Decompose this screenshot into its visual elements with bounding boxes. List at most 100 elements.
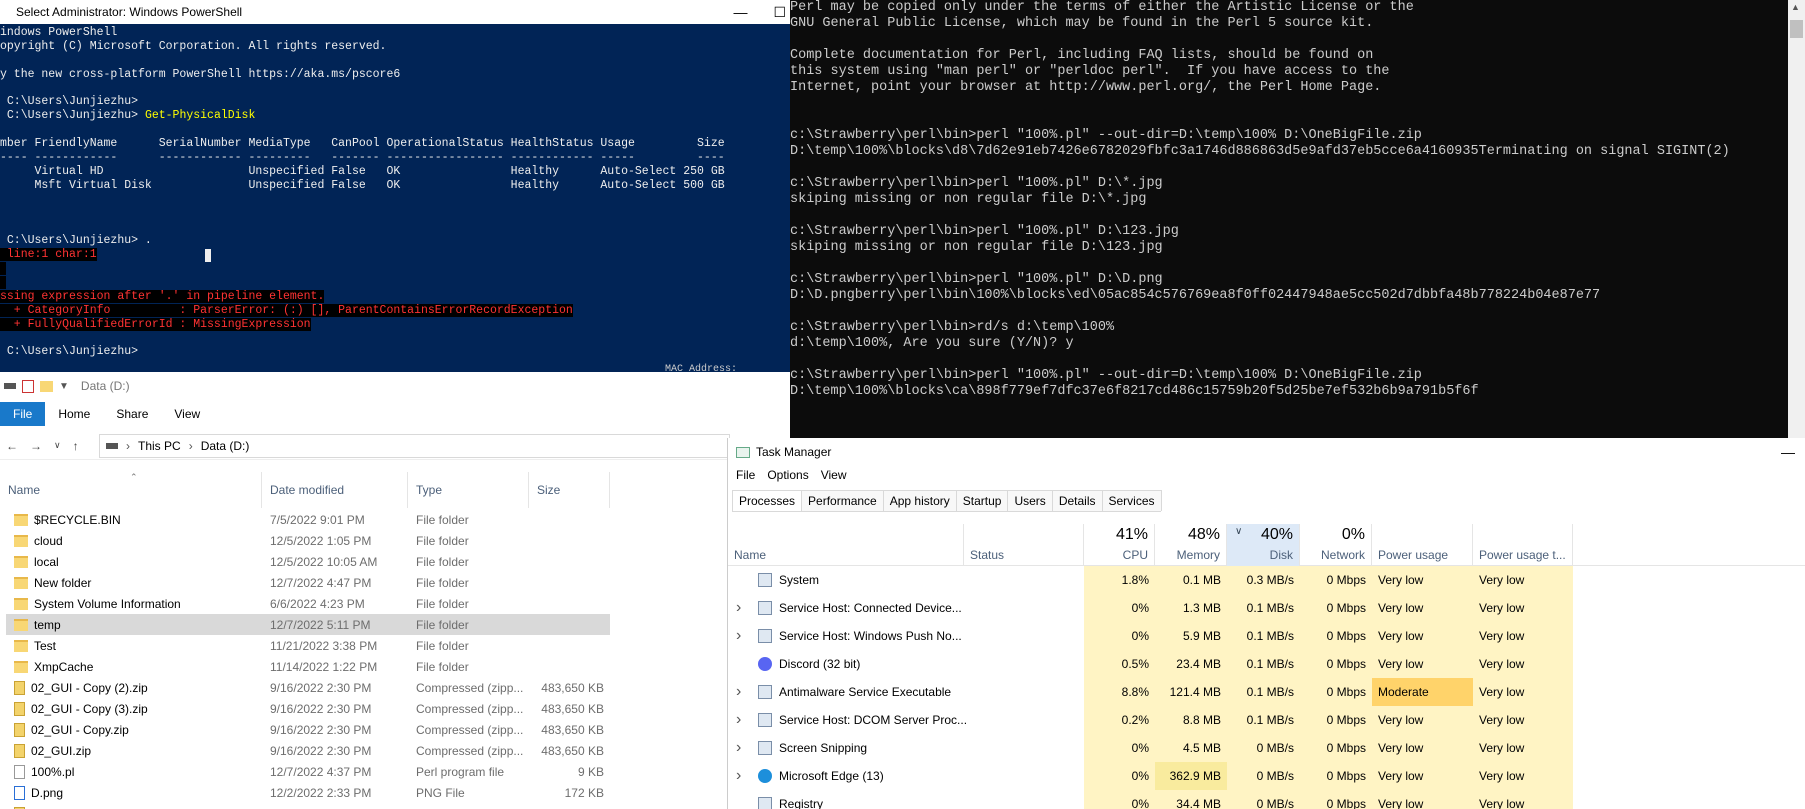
column-status[interactable]: Status [964,524,1084,566]
column-disk[interactable]: ∨ 40% Disk [1227,524,1300,566]
file-row[interactable]: D.png 12/2/2022 2:33 PM PNG File 172 KB [0,782,610,803]
file-row[interactable]: New folder 12/7/2022 4:47 PM File folder [0,572,610,593]
cmd-scrollbar[interactable]: ▲ [1788,0,1805,438]
column-date-modified[interactable]: Date modified [262,472,408,508]
recent-chevron-icon[interactable]: ∨ [54,440,61,451]
cmd-window[interactable]: Perl may be copied only under the terms … [790,0,1805,438]
column-type[interactable]: Type [408,472,529,508]
ribbon-tab-file[interactable]: File [0,402,46,426]
file-row[interactable]: $RECYCLE.BIN 7/5/2022 9:01 PM File folder [0,509,610,530]
file-type: PNG File [416,785,465,800]
file-row[interactable]: local 12/5/2022 10:05 AM File folder [0,551,610,572]
ribbon-tabs: File Home Share View [0,402,730,426]
column-memory-label: Memory [1176,548,1220,562]
column-power-trend[interactable]: Power usage t... [1473,524,1573,566]
process-list: System 1.8% 0.1 MB 0.3 MB/s 0 Mbps Very low Ve… [728,566,1805,809]
file-row[interactable]: 100%.pl 12/7/2022 4:37 PM Perl program fil… [0,761,610,782]
up-arrow-icon[interactable]: ↑ [73,439,79,453]
task-manager-titlebar[interactable]: Task Manager [736,438,831,466]
powershell-console[interactable]: indows PowerShell opyright (C) Microsoft … [0,26,790,366]
column-name[interactable]: Name [728,524,964,566]
ribbon-tab-view[interactable]: View [161,402,213,426]
breadcrumb-separator-icon[interactable]: › [126,439,130,453]
minimize-icon[interactable]: — [1781,438,1795,466]
file-row[interactable]: 02_GUI - Copy (2).zip 9/16/2022 2:30 PM Co… [0,677,610,698]
error-text [0,262,6,276]
console-line: ssing expression after '.' in pipeline e… [0,289,790,304]
address-bar[interactable]: › This PC › Data (D:) [99,434,730,458]
file-name-cell: 02_GUI - Copy (2).zip [0,680,262,695]
breadcrumb-data-drive[interactable]: Data (D:) [201,439,250,453]
process-row[interactable]: Registry 0% 34.4 MB 0 MB/s 0 Mbps Very low Ver… [728,790,1805,809]
file-row[interactable]: cloud 12/5/2022 1:05 PM File folder [0,530,610,551]
chevron-right-icon[interactable]: › [736,678,741,706]
process-power: Very low [1372,706,1473,734]
file-row[interactable]: 02_GUI - Copy.zip 9/16/2022 2:30 PM Compre… [0,719,610,740]
menu-view[interactable]: View [821,468,847,482]
chevron-right-icon[interactable]: › [736,734,741,762]
cmd-console[interactable]: Perl may be copied only under the terms … [790,0,1750,400]
chevron-right-icon[interactable]: › [736,622,741,650]
tab-app-history[interactable]: App history [882,490,957,511]
task-manager-window[interactable]: Task Manager — File Options View Processes… [727,438,1805,809]
breadcrumb-this-pc[interactable]: This PC [138,439,181,453]
output-text: mber FriendlyName SerialNumber MediaType… [0,137,725,151]
maximize-icon[interactable]: ☐ [773,0,786,24]
file-row[interactable]: Test 11/21/2022 3:38 PM File folder [0,635,610,656]
process-row[interactable]: Discord (32 bit) 0.5% 23.4 MB 0.1 MB/s 0 Mbp… [728,650,1805,678]
process-row[interactable]: › Microsoft Edge (13) 0% 362.9 MB 0 MB/s 0 Mb… [728,762,1805,790]
back-arrow-icon[interactable]: ← [6,439,18,453]
process-row[interactable]: › Service Host: Windows Push No... 0% 5.9 M… [728,622,1805,650]
ribbon-tab-home[interactable]: Home [45,402,103,426]
tab-processes[interactable]: Processes [732,490,803,511]
tab-users[interactable]: Users [1007,490,1053,511]
process-mem: 8.8 MB [1155,706,1227,734]
scroll-up-icon[interactable]: ▲ [1791,2,1800,12]
file-row[interactable]: temp 12/7/2022 5:11 PM File folder [6,614,610,635]
chevron-right-icon[interactable]: › [736,706,741,734]
column-size[interactable]: Size [529,472,610,508]
file-name: New folder [34,575,92,590]
menu-file[interactable]: File [736,468,755,482]
file-row[interactable]: OneBigFile.zip12/7/2022 4:51 PMCompresse… [0,803,610,809]
minimize-icon[interactable]: — [733,0,747,24]
file-row[interactable]: System Volume Information 6/6/2022 4:23 P… [0,593,610,614]
tab-startup[interactable]: Startup [955,490,1009,511]
properties-icon[interactable] [22,379,34,393]
file-explorer-window[interactable]: ▼ Data (D:) File Home Share View ← → ∨ ↑ › … [0,372,730,809]
powershell-window[interactable]: Select Administrator: Windows PowerShell… [0,0,790,372]
file-row[interactable]: 02_GUI.zip 9/16/2022 2:30 PM Compressed (z… [0,740,610,761]
file-row[interactable]: 02_GUI - Copy (3).zip 9/16/2022 2:30 PM Co… [0,698,610,719]
console-line: mber FriendlyName SerialNumber MediaType… [0,137,790,151]
tab-details[interactable]: Details [1051,490,1103,511]
folder-icon[interactable] [40,380,53,392]
scrollbar-thumb[interactable] [1790,20,1803,38]
column-network[interactable]: 0% Network [1300,524,1372,566]
chevron-right-icon[interactable]: › [736,594,741,622]
file-row[interactable]: XmpCache 11/14/2022 1:22 PM File folder [0,656,610,677]
menu-options[interactable]: Options [767,468,808,482]
process-row[interactable]: System 1.8% 0.1 MB 0.3 MB/s 0 Mbps Very low Ve… [728,566,1805,594]
folder-icon [14,576,28,589]
tab-performance[interactable]: Performance [801,490,884,511]
column-cpu[interactable]: 41% CPU [1084,524,1155,566]
chevron-right-icon[interactable]: › [736,762,741,790]
process-row[interactable]: › Antimalware Service Executable 8.8% 121.4… [728,678,1805,706]
file-size: 483,650 KB [541,680,604,695]
column-memory[interactable]: 48% Memory [1155,524,1227,566]
file-size: 483,650 KB [541,722,604,737]
breadcrumb-separator-icon[interactable]: › [189,439,193,453]
column-power-usage[interactable]: Power usage [1372,524,1473,566]
ribbon-tab-share[interactable]: Share [103,402,161,426]
process-row[interactable]: › Screen Snipping 0% 4.5 MB 0 MB/s 0 Mbps Very… [728,734,1805,762]
chevron-down-icon[interactable]: ▼ [59,381,69,392]
process-row[interactable]: › Service Host: Connected Device... 0% 1.3 … [728,594,1805,622]
tab-services[interactable]: Services [1101,490,1162,511]
console-line: + CategoryInfo : ParserError: (:) [], Pa… [0,303,790,318]
process-row[interactable]: › Service Host: DCOM Server Proc... 0.2% 8.… [728,706,1805,734]
forward-arrow-icon[interactable]: → [30,439,42,453]
powershell-titlebar[interactable]: Select Administrator: Windows PowerShell… [0,0,790,24]
